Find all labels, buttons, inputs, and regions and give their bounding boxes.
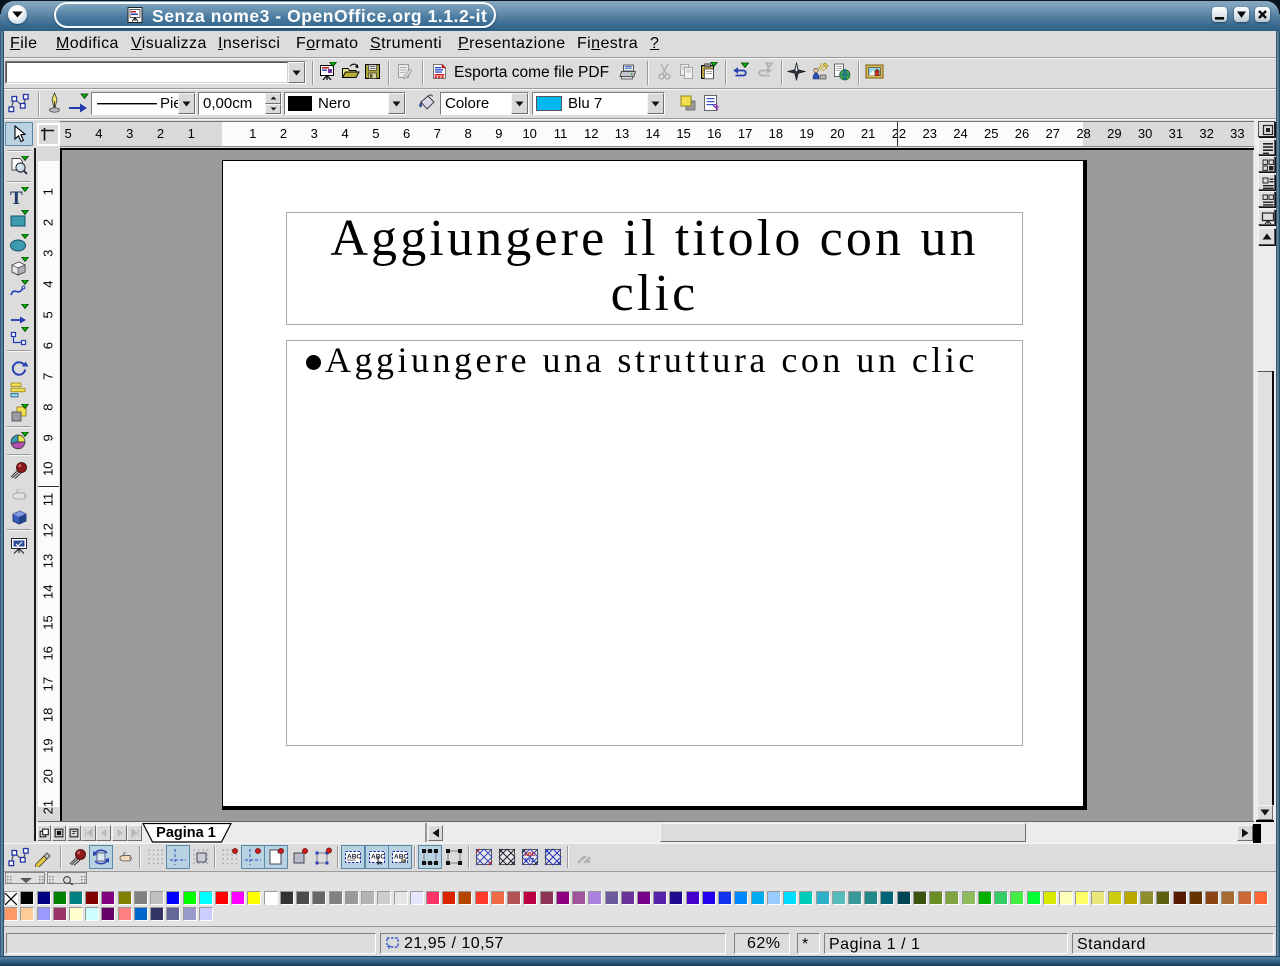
svg-text:8: 8 (41, 404, 56, 411)
svg-text:20: 20 (41, 769, 56, 783)
svg-text:7: 7 (41, 373, 56, 380)
svg-text:ABC: ABC (347, 854, 361, 861)
svg-text:2: 2 (41, 219, 56, 226)
svg-text:13: 13 (41, 554, 56, 568)
svg-text:5: 5 (41, 311, 56, 318)
svg-text:1: 1 (41, 188, 56, 195)
svg-text:3: 3 (41, 250, 56, 257)
svg-text:6: 6 (41, 342, 56, 349)
svg-text:19: 19 (41, 738, 56, 752)
svg-text:11: 11 (41, 493, 56, 507)
svg-text:15: 15 (41, 615, 56, 629)
svg-text:ABC: ABC (394, 854, 408, 861)
svg-text:9: 9 (41, 434, 56, 441)
svg-text:16: 16 (41, 646, 56, 660)
svg-text:14: 14 (41, 585, 56, 599)
svg-text:18: 18 (41, 708, 56, 722)
svg-text:10: 10 (41, 461, 56, 475)
svg-text:4: 4 (41, 280, 56, 287)
svg-text:17: 17 (41, 677, 56, 691)
svg-text:21: 21 (41, 800, 56, 814)
svg-text:12: 12 (41, 523, 56, 537)
svg-text:XYZ: XYZ (525, 858, 535, 864)
svg-text:T: T (10, 188, 23, 207)
